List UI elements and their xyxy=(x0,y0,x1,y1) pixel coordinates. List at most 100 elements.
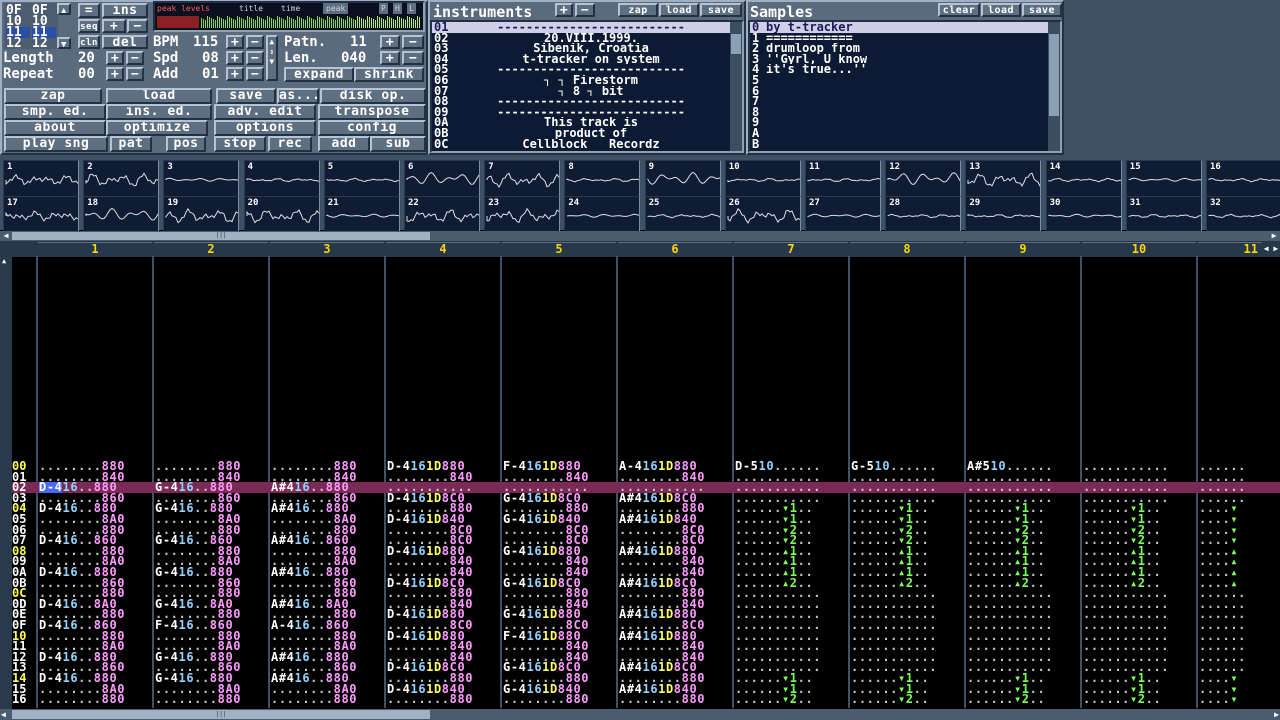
length-minus-button[interactable]: − xyxy=(126,51,144,65)
pattern-cell[interactable]: ........... xyxy=(1083,493,1195,504)
pattern-cell[interactable]: ........880 xyxy=(39,609,151,620)
pattern-cell[interactable]: D-4161D880 xyxy=(387,609,499,620)
pattern-cell[interactable]: ........... xyxy=(967,472,1079,483)
pattern-cell[interactable]: ...... xyxy=(1199,599,1261,610)
pattern-cell[interactable]: D-4161D840 xyxy=(387,514,499,525)
pattern-cell[interactable]: ........8C0 xyxy=(503,535,615,546)
scope-channel[interactable]: 2 xyxy=(83,160,160,197)
pattern-cell[interactable]: ......▴1.. xyxy=(851,567,963,578)
instrument-row[interactable]: 09 -------------------------- xyxy=(432,107,730,118)
sample-row[interactable]: A xyxy=(750,128,1048,139)
pattern-cell[interactable]: ........880 xyxy=(271,546,383,557)
bpm-plus-button[interactable]: + xyxy=(226,35,244,49)
pattern-cell[interactable]: ........840 xyxy=(619,567,731,578)
pattern-cell[interactable]: G-4161D880 xyxy=(503,546,615,557)
pattern-cell[interactable]: D-4161D880 xyxy=(387,461,499,472)
pattern-cell[interactable]: ......▴2.. xyxy=(735,578,847,589)
scope-channel[interactable]: 20 xyxy=(243,196,320,233)
disk-op-button[interactable]: disk op. xyxy=(320,88,426,104)
pattern-cell[interactable]: ...... xyxy=(1199,461,1261,472)
pattern-cell[interactable]: ........840 xyxy=(387,652,499,663)
pattern-cell[interactable]: ........... xyxy=(735,662,847,673)
pattern-cell[interactable]: ...... xyxy=(1199,620,1261,631)
instrument-row[interactable]: 03 Sibenik, Croatia xyxy=(432,43,730,54)
pattern-cell[interactable]: ......▾1.. xyxy=(1083,514,1195,525)
instrument-scrollbar[interactable] xyxy=(730,22,742,151)
scope-channel[interactable]: 5 xyxy=(323,160,400,197)
pattern-cell[interactable]: A#4161D880 xyxy=(619,631,731,642)
cln-button[interactable]: cln xyxy=(78,35,100,49)
pattern-cell[interactable]: ........... xyxy=(967,599,1079,610)
pattern-cell[interactable]: ......▴2.. xyxy=(851,578,963,589)
pattern-cell[interactable]: ........880 xyxy=(155,609,267,620)
channel-header[interactable]: 2 xyxy=(154,242,268,256)
pattern-cell[interactable]: D-416..880 xyxy=(39,652,151,663)
pattern-cell[interactable]: ........... xyxy=(387,482,499,493)
scope-channel[interactable]: 30 xyxy=(1045,196,1122,233)
sample-row[interactable]: 3 ''Gyrl, U know xyxy=(750,54,1048,65)
channel-header[interactable]: 6 xyxy=(618,242,732,256)
pattern-cell[interactable]: ....▾ xyxy=(1199,514,1261,525)
pattern-cell[interactable]: ........8A0 xyxy=(39,514,151,525)
pattern-cell[interactable]: D-416..880 xyxy=(39,482,151,493)
pattern-cell[interactable]: ...... xyxy=(1199,472,1261,483)
pattern-cell[interactable]: ........880 xyxy=(503,694,615,705)
sample-row[interactable]: 2 drumloop from xyxy=(750,43,1048,54)
scope-channel[interactable]: 8 xyxy=(564,160,641,197)
pattern-cell[interactable]: A#4161D8C0 xyxy=(619,578,731,589)
advanced-edit-button[interactable]: adv. edit xyxy=(214,104,316,120)
sample-row[interactable]: 6 xyxy=(750,86,1048,97)
transpose-button[interactable]: transpose xyxy=(318,104,426,120)
pattern-cell[interactable]: ......▴1.. xyxy=(735,546,847,557)
pattern-cell[interactable]: ........... xyxy=(851,609,963,620)
pattern-cell[interactable]: ......▴1.. xyxy=(1083,546,1195,557)
bpm-minus-button[interactable]: − xyxy=(246,35,264,49)
scope-channel[interactable]: 15 xyxy=(1125,160,1202,197)
pattern-cell[interactable]: D-416..860 xyxy=(39,535,151,546)
repeat-plus-button[interactable]: + xyxy=(106,67,124,81)
speed-minus-button[interactable]: − xyxy=(246,51,264,65)
pattern-cell[interactable]: ........860 xyxy=(39,578,151,589)
pattern-cell[interactable]: ........... xyxy=(1083,641,1195,652)
pattern-cell[interactable]: ....▾ xyxy=(1199,535,1261,546)
pattern-cell[interactable]: ......▾2.. xyxy=(735,525,847,536)
pattern-cell[interactable]: ........8C0 xyxy=(619,525,731,536)
scope-channel[interactable]: 6 xyxy=(404,160,480,197)
pattern-cell[interactable]: ........880 xyxy=(503,673,615,684)
pattern-cell[interactable]: ........... xyxy=(851,482,963,493)
instrument-row[interactable]: 0C Cellblock Recordz xyxy=(432,139,730,150)
pattern-cell[interactable]: ......▾2.. xyxy=(1083,535,1195,546)
pattern-cell[interactable]: ......▾1.. xyxy=(967,514,1079,525)
pattern-cell[interactable]: ........... xyxy=(851,588,963,599)
scope-channel[interactable]: 29 xyxy=(965,196,1042,233)
channel-scrollbar[interactable]: ◀ ||| ▶ xyxy=(0,231,1280,241)
pattern-cell[interactable]: ........... xyxy=(735,631,847,642)
scope-channel[interactable]: 10 xyxy=(724,160,801,197)
pattern-cell[interactable]: ........880 xyxy=(39,461,151,472)
samples-clear-button[interactable]: clear xyxy=(938,3,980,17)
pattern-cell[interactable]: ........... xyxy=(1083,461,1195,472)
tab-peak-levels[interactable]: peak levels xyxy=(157,3,210,14)
pattern-cell[interactable]: ......▾1.. xyxy=(735,673,847,684)
scope-channel[interactable]: 26 xyxy=(724,196,801,233)
pattern-cell[interactable]: ......▾1.. xyxy=(735,514,847,525)
record-button[interactable]: rec xyxy=(268,136,312,152)
pattern-cell[interactable]: G-510...... xyxy=(851,461,963,472)
pattern-cell[interactable]: G-416..880 xyxy=(155,673,267,684)
pattern-cell[interactable]: ........... xyxy=(1083,620,1195,631)
sample-list[interactable]: 0 by t-tracker 1 ============ 2 drumloop from… xyxy=(748,20,1062,153)
pattern-cell[interactable]: ........8C0 xyxy=(387,525,499,536)
bottom-scroll-right-icon[interactable]: ▶ xyxy=(1274,709,1279,720)
instruments-zap-button[interactable]: zap xyxy=(618,3,658,17)
pattern-cell[interactable]: ........... xyxy=(1083,631,1195,642)
pattern-cell[interactable]: ........... xyxy=(735,620,847,631)
sample-row[interactable]: 7 xyxy=(750,96,1048,107)
pattern-cell[interactable]: ......▾2.. xyxy=(735,694,847,705)
instrument-row[interactable]: 08 -------------------------- xyxy=(432,96,730,107)
pattern-cell[interactable]: ........860 xyxy=(39,662,151,673)
pattern-cell[interactable]: ........880 xyxy=(271,694,383,705)
add-button[interactable]: add xyxy=(318,136,370,152)
pattern-cell[interactable]: G-416..880 xyxy=(155,652,267,663)
about-button[interactable]: about xyxy=(4,120,106,136)
pattern-cell[interactable]: ........840 xyxy=(503,472,615,483)
